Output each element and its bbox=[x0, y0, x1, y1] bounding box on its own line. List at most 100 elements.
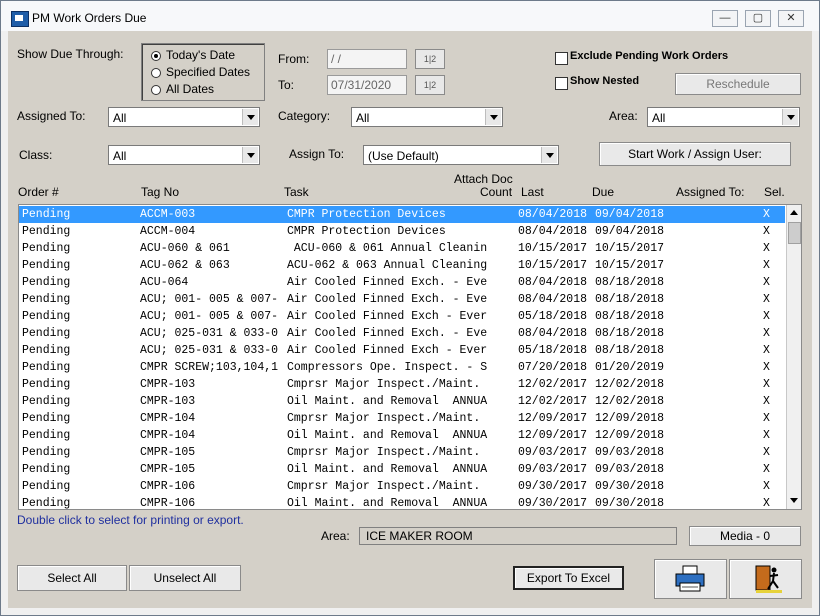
cell-last: 08/04/2018 bbox=[518, 293, 588, 306]
cell-sel: X bbox=[763, 225, 770, 238]
table-row[interactable]: Pending ACU; 025-031 & 033-0 Air Cooled Fi… bbox=[19, 325, 785, 342]
col-header-assigned-to[interactable]: Assigned To: bbox=[676, 185, 745, 199]
col-header-count[interactable]: Count bbox=[480, 185, 512, 199]
cell-last: 05/18/2018 bbox=[518, 344, 588, 357]
cell-order: Pending bbox=[22, 463, 71, 476]
cell-tag: ACU; 025-031 & 033-0 bbox=[140, 344, 279, 357]
exclude-pending-checkbox[interactable] bbox=[555, 52, 568, 65]
cell-task: Oil Maint. and Removal ANNUA bbox=[287, 395, 488, 408]
cell-due: 09/04/2018 bbox=[595, 208, 665, 221]
table-row[interactable]: Pending CMPR-103 Oil Maint. and Removal AN… bbox=[19, 393, 785, 410]
cell-task: Oil Maint. and Removal ANNUA bbox=[287, 463, 488, 476]
col-header-last[interactable]: Last bbox=[521, 185, 544, 199]
cell-last: 12/09/2017 bbox=[518, 429, 588, 442]
cell-last: 09/30/2017 bbox=[518, 497, 588, 510]
select-all-button[interactable]: Select All bbox=[17, 565, 127, 591]
table-row[interactable]: Pending CMPR SCREW;103,104,1 Compressors O… bbox=[19, 359, 785, 376]
window-title: PM Work Orders Due bbox=[32, 11, 147, 25]
cell-tag: ACU-062 & 063 bbox=[140, 259, 230, 272]
table-row[interactable]: Pending CMPR-106 Oil Maint. and Removal AN… bbox=[19, 495, 785, 510]
col-header-tag[interactable]: Tag No bbox=[141, 185, 179, 199]
cell-sel: X bbox=[763, 412, 770, 425]
cell-sel: X bbox=[763, 310, 770, 323]
table-row[interactable]: Pending CMPR-105 Cmprsr Major Inspect./Mai… bbox=[19, 444, 785, 461]
table-row[interactable]: Pending CMPR-103 Cmprsr Major Inspect./Mai… bbox=[19, 376, 785, 393]
assign-to-select[interactable]: (Use Default) bbox=[363, 145, 559, 165]
cell-tag: CMPR-104 bbox=[140, 429, 196, 442]
to-calendar-icon[interactable]: 1|2 bbox=[415, 75, 445, 95]
cell-order: Pending bbox=[22, 361, 71, 374]
chevron-down-icon bbox=[782, 109, 798, 125]
cell-tag: ACU-060 & 061 bbox=[140, 242, 230, 255]
show-nested-checkbox[interactable] bbox=[555, 77, 568, 90]
col-header-attach-doc[interactable]: Attach Doc bbox=[454, 172, 513, 186]
table-row[interactable]: Pending ACCM-003 CMPR Protection Devices 08… bbox=[19, 206, 785, 223]
print-button[interactable] bbox=[654, 559, 727, 599]
table-row[interactable]: Pending ACU; 001- 005 & 007- Air Cooled Fi… bbox=[19, 291, 785, 308]
assigned-to-select[interactable]: All bbox=[108, 107, 260, 127]
cell-sel: X bbox=[763, 242, 770, 255]
due-radio-group: Today's Date Specified Dates All Dates bbox=[141, 43, 265, 101]
cell-sel: X bbox=[763, 293, 770, 306]
cell-due: 08/18/2018 bbox=[595, 344, 665, 357]
table-row[interactable]: Pending CMPR-104 Oil Maint. and Removal AN… bbox=[19, 427, 785, 444]
cell-task: Air Cooled Finned Exch. - Eve bbox=[287, 327, 488, 340]
cell-sel: X bbox=[763, 276, 770, 289]
col-header-due[interactable]: Due bbox=[592, 185, 614, 199]
cell-sel: X bbox=[763, 497, 770, 510]
scroll-down-icon[interactable] bbox=[787, 493, 801, 509]
cell-tag: CMPR-106 bbox=[140, 480, 196, 493]
from-calendar-icon[interactable]: 1|2 bbox=[415, 49, 445, 69]
scroll-thumb[interactable] bbox=[788, 222, 801, 244]
cell-task: Cmprsr Major Inspect./Maint. bbox=[287, 412, 481, 425]
cell-tag: ACU; 025-031 & 033-0 bbox=[140, 327, 279, 340]
work-orders-list[interactable]: Pending ACCM-003 CMPR Protection Devices 08… bbox=[18, 204, 802, 510]
unselect-all-button[interactable]: Unselect All bbox=[129, 565, 241, 591]
start-work-assign-user-button[interactable]: Start Work / Assign User: bbox=[599, 142, 791, 166]
table-row[interactable]: Pending ACU-064 Air Cooled Finned Exch. - … bbox=[19, 274, 785, 291]
table-row[interactable]: Pending ACU-062 & 063 ACU-062 & 063 Annual… bbox=[19, 257, 785, 274]
exit-button[interactable] bbox=[729, 559, 802, 599]
table-row[interactable]: Pending ACCM-004 CMPR Protection Devices 08… bbox=[19, 223, 785, 240]
media-button[interactable]: Media - 0 bbox=[689, 526, 801, 546]
from-date-field[interactable]: / / bbox=[327, 49, 407, 69]
col-header-sel[interactable]: Sel. bbox=[764, 185, 785, 199]
cell-order: Pending bbox=[22, 310, 71, 323]
cell-last: 12/02/2017 bbox=[518, 395, 588, 408]
maximize-button[interactable]: ▢ bbox=[745, 10, 771, 27]
cell-sel: X bbox=[763, 327, 770, 340]
col-header-order[interactable]: Order # bbox=[18, 185, 59, 199]
reschedule-button[interactable]: Reschedule bbox=[675, 73, 801, 95]
cell-order: Pending bbox=[22, 293, 71, 306]
scroll-up-icon[interactable] bbox=[787, 205, 801, 221]
table-row[interactable]: Pending CMPR-104 Cmprsr Major Inspect./Mai… bbox=[19, 410, 785, 427]
col-header-task[interactable]: Task bbox=[284, 185, 309, 199]
cell-sel: X bbox=[763, 259, 770, 272]
cell-sel: X bbox=[763, 208, 770, 221]
cell-due: 10/15/2017 bbox=[595, 259, 665, 272]
table-row[interactable]: Pending CMPR-105 Oil Maint. and Removal AN… bbox=[19, 461, 785, 478]
vertical-scrollbar[interactable] bbox=[786, 205, 801, 509]
minimize-button[interactable]: — bbox=[712, 10, 738, 27]
export-to-excel-button[interactable]: Export To Excel bbox=[513, 566, 624, 590]
cell-tag: ACU-064 bbox=[140, 276, 189, 289]
cell-order: Pending bbox=[22, 276, 71, 289]
cell-task: Air Cooled Finned Exch. - Eve bbox=[287, 293, 488, 306]
area-label: Area: bbox=[609, 109, 638, 123]
table-row[interactable]: Pending CMPR-106 Cmprsr Major Inspect./Mai… bbox=[19, 478, 785, 495]
table-row[interactable]: Pending ACU-060 & 061 ACU-060 & 061 Annua… bbox=[19, 240, 785, 257]
class-select[interactable]: All bbox=[108, 145, 260, 165]
area-select[interactable]: All bbox=[647, 107, 800, 127]
cell-last: 08/04/2018 bbox=[518, 208, 588, 221]
cell-task: Air Cooled Finned Exch. - Eve bbox=[287, 276, 488, 289]
printer-icon bbox=[675, 565, 704, 592]
cell-task: Oil Maint. and Removal ANNUA bbox=[287, 497, 488, 510]
to-date-field[interactable]: 07/31/2020 bbox=[327, 75, 407, 95]
cell-order: Pending bbox=[22, 344, 71, 357]
cell-due: 09/30/2018 bbox=[595, 480, 665, 493]
table-row[interactable]: Pending ACU; 025-031 & 033-0 Air Cooled Fi… bbox=[19, 342, 785, 359]
cell-sel: X bbox=[763, 378, 770, 391]
close-button[interactable]: ✕ bbox=[778, 10, 804, 27]
category-select[interactable]: All bbox=[351, 107, 503, 127]
table-row[interactable]: Pending ACU; 001- 005 & 007- Air Cooled Fi… bbox=[19, 308, 785, 325]
